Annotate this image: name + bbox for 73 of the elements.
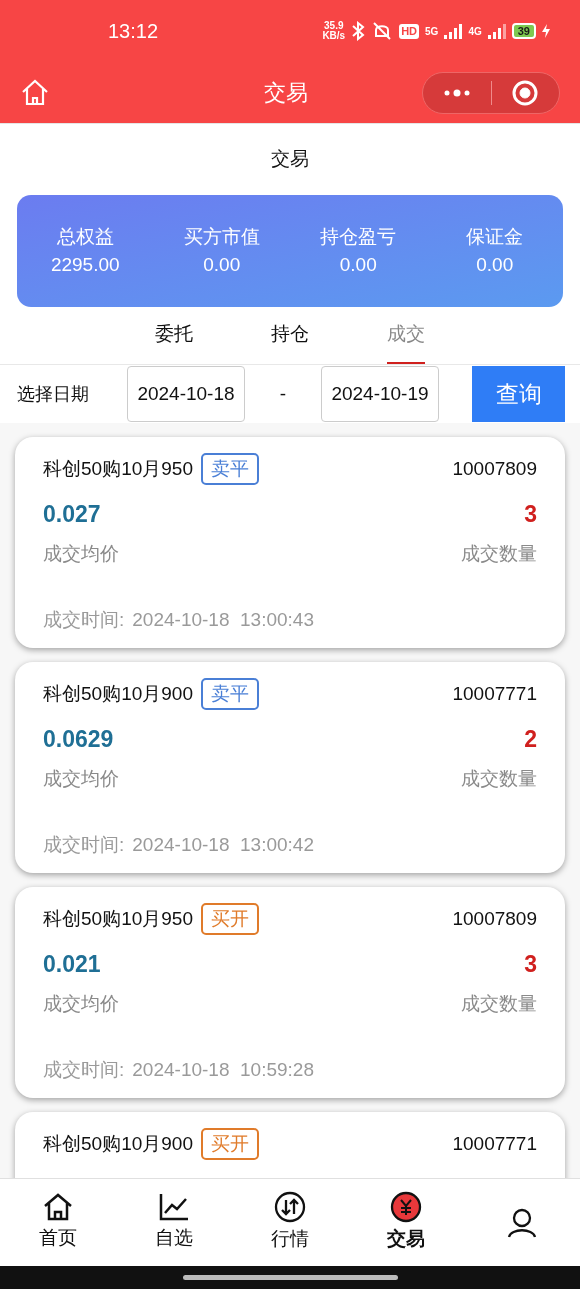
tab[interactable]: 持仓 xyxy=(271,307,309,364)
trade-time: 2024-10-18 13:00:43 xyxy=(132,608,314,632)
summary-label: 总权益 xyxy=(56,224,114,249)
network-type: 4G xyxy=(468,24,482,39)
trade-type-tag: 买开 xyxy=(200,1128,259,1160)
contract-code: 10007809 xyxy=(452,906,537,931)
average-price-label: 成交均价 xyxy=(43,766,119,791)
trade-card[interactable]: 科创50购10月900 卖平 10007771 0.0629 2 成交均价 成交数量 成交时间: 2024-10-18 13:00:42 xyxy=(15,662,565,873)
summary-label: 买方市值 xyxy=(183,224,260,249)
trade-time-label: 成交时间: xyxy=(43,608,125,632)
summary-value: 0.00 xyxy=(203,253,241,277)
contract-code: 10007771 xyxy=(452,681,537,706)
trade-time-label: 成交时间: xyxy=(43,1058,125,1082)
nav-tab[interactable]: 自选 xyxy=(116,1179,232,1266)
trade-type-tag: 卖平 xyxy=(200,453,259,485)
trade-quantity: 3 xyxy=(524,950,537,979)
query-button[interactable]: 查询 xyxy=(472,366,565,422)
home-button[interactable] xyxy=(20,77,50,108)
more-icon[interactable] xyxy=(443,88,471,97)
summary-label: 持仓盈亏 xyxy=(320,224,397,249)
trade-card[interactable]: 科创50购10月950 卖平 10007809 0.027 3 成交均价 成交数量 成交时间: 2024-10-18 13:00:43 xyxy=(15,437,565,648)
trade-time-label: 成交时间: xyxy=(43,833,125,857)
battery-indicator: 39 xyxy=(511,23,536,39)
charging-icon xyxy=(542,24,550,38)
average-price-label: 成交均价 xyxy=(43,541,119,566)
summary-value: 0.00 xyxy=(339,253,377,277)
date-label: 选择日期 xyxy=(17,382,90,406)
average-price-label: 成交均价 xyxy=(43,991,119,1016)
network-speed: 35.9 KB/s xyxy=(322,21,346,41)
trade-type-tag: 卖平 xyxy=(200,678,259,710)
average-price: 0.0629 xyxy=(43,725,114,754)
trade-card[interactable]: 科创50购10月950 买开 10007809 0.021 3 成交均价 成交数量 成交时间: 2024-10-18 10:59:28 xyxy=(15,887,565,1098)
contract-name: 科创50购10月900 xyxy=(43,681,193,706)
contract-code: 10007771 xyxy=(452,1131,537,1156)
trade-time: 2024-10-18 10:59:28 xyxy=(132,1058,314,1082)
nav-tab[interactable]: 交易 xyxy=(348,1179,464,1266)
status-time: 13:12 xyxy=(108,19,159,44)
quantity-label: 成交数量 xyxy=(461,991,537,1016)
contract-name: 科创50购10月950 xyxy=(43,906,193,931)
yen-coin-icon xyxy=(390,1191,422,1224)
capsule-menu[interactable] xyxy=(422,71,560,114)
end-date-field[interactable]: 2024-10-19 xyxy=(321,366,439,422)
trade-time: 2024-10-18 13:00:42 xyxy=(132,833,314,857)
contract-name: 科创50购10月950 xyxy=(43,456,193,481)
trade-type-tag: 买开 xyxy=(200,903,259,935)
contract-name: 科创50购10月900 xyxy=(43,1131,193,1156)
line-chart-icon xyxy=(158,1192,190,1223)
network-type: 5G xyxy=(425,24,439,39)
trade-card[interactable]: 科创50购10月900 买开 10007771 xyxy=(15,1112,565,1178)
bluetooth-icon xyxy=(351,21,366,41)
average-price: 0.027 xyxy=(43,500,101,529)
quantity-label: 成交数量 xyxy=(461,541,537,566)
page-title: 交易 xyxy=(271,147,309,172)
date-separator: - xyxy=(278,381,288,406)
trade-quantity: 2 xyxy=(524,725,537,754)
trade-quantity: 3 xyxy=(524,500,537,529)
tab[interactable]: 委托 xyxy=(155,307,193,364)
contract-code: 10007809 xyxy=(452,456,537,481)
summary-label: 保证金 xyxy=(466,224,524,249)
person-icon xyxy=(506,1206,538,1239)
nav-tab[interactable]: 首页 xyxy=(0,1179,116,1266)
tab[interactable]: 成交 xyxy=(387,307,425,364)
hd-badge: HD xyxy=(399,23,420,39)
signal-icon xyxy=(444,23,463,39)
up-down-arrows-icon xyxy=(274,1191,306,1224)
average-price: 0.021 xyxy=(43,950,101,979)
quantity-label: 成交数量 xyxy=(461,766,537,791)
start-date-field[interactable]: 2024-10-18 xyxy=(127,366,245,422)
summary-value: 0.00 xyxy=(476,253,514,277)
header-title: 交易 xyxy=(263,79,309,107)
summary-value: 2295.00 xyxy=(50,253,120,277)
nav-tab[interactable]: 行情 xyxy=(232,1179,348,1266)
signal-icon xyxy=(487,23,506,39)
